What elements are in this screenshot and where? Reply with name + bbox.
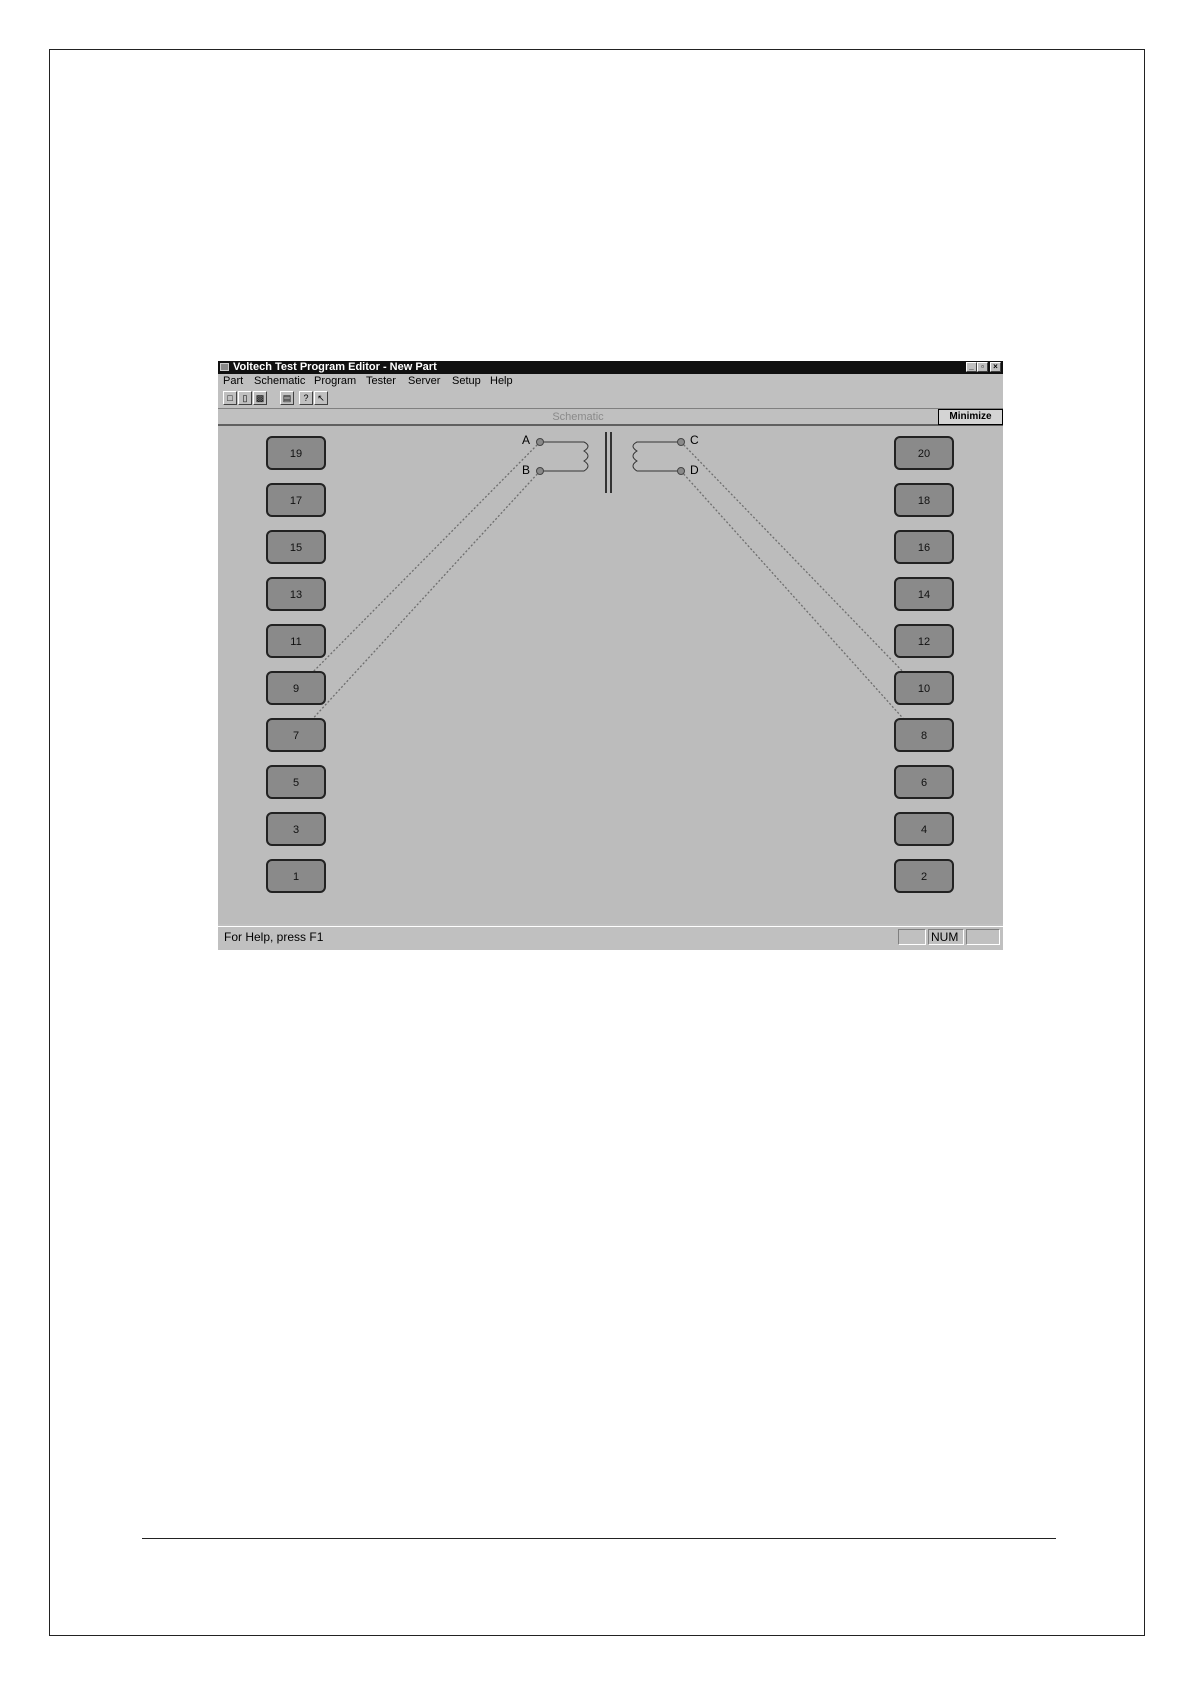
pin-label: 20 (918, 448, 930, 460)
context-help-icon[interactable]: ↖ (314, 391, 328, 405)
pin-label: 5 (293, 777, 299, 789)
status-pane-caps (898, 929, 926, 945)
pin-20[interactable]: 20 (894, 436, 954, 470)
pin-label: 12 (918, 636, 930, 648)
minimize-button[interactable]: Minimize (938, 409, 1003, 425)
pin-18[interactable]: 18 (894, 483, 954, 517)
menu-server[interactable]: Server (408, 375, 440, 387)
terminal-d-node[interactable] (677, 467, 685, 475)
wire-c-to-pin-10 (680, 441, 910, 679)
panel-title: Schematic (552, 411, 604, 423)
pin-label: 3 (293, 824, 299, 836)
pin-2[interactable]: 2 (894, 859, 954, 893)
new-icon[interactable]: □ (223, 391, 237, 405)
pin-16[interactable]: 16 (894, 530, 954, 564)
pin-label: 2 (921, 871, 927, 883)
terminal-a-node[interactable] (536, 438, 544, 446)
menu-help[interactable]: Help (490, 375, 513, 387)
app-icon (220, 363, 229, 371)
pin-label: 15 (290, 542, 302, 554)
status-num-indicator: NUM (928, 929, 964, 945)
pin-8[interactable]: 8 (894, 718, 954, 752)
close-window-button[interactable]: × (990, 362, 1001, 372)
terminal-c-label: C (690, 433, 699, 447)
save-icon[interactable]: ▩ (253, 391, 267, 405)
pin-label: 10 (918, 683, 930, 695)
window-title: Voltech Test Program Editor - New Part (233, 361, 437, 373)
toolbar: □ ▯ ▩ ▤ ? ↖ (218, 389, 1003, 407)
menu-setup[interactable]: Setup (452, 375, 481, 387)
pin-label: 7 (293, 730, 299, 742)
pin-label: 13 (290, 589, 302, 601)
terminal-b-node[interactable] (536, 467, 544, 475)
pin-10[interactable]: 10 (894, 671, 954, 705)
schematic-canvas: A B C D 19 17 15 13 11 9 7 5 3 1 20 18 16 14 12 10 8 6 4 2 (218, 426, 1003, 924)
pin-12[interactable]: 12 (894, 624, 954, 658)
pin-7[interactable]: 7 (266, 718, 326, 752)
pin-3[interactable]: 3 (266, 812, 326, 846)
app-window: Voltech Test Program Editor - New Part _… (218, 361, 1003, 950)
pin-6[interactable]: 6 (894, 765, 954, 799)
schematic-diagram: A B C D 19 17 15 13 11 9 7 5 3 1 20 18 16 14 12 10 8 6 4 2 (266, 432, 954, 893)
pin-label: 1 (293, 871, 299, 883)
maximize-window-button[interactable]: ▫ (977, 362, 988, 372)
menu-part[interactable]: Part (223, 375, 243, 387)
title-bar: Voltech Test Program Editor - New Part _… (218, 361, 1003, 374)
terminal-a-label: A (522, 433, 530, 447)
pin-label: 6 (921, 777, 927, 789)
terminal-c-node[interactable] (677, 438, 685, 446)
wire-b-to-pin-7 (306, 470, 541, 726)
pin-label: 11 (290, 636, 301, 648)
pin-19[interactable]: 19 (266, 436, 326, 470)
pin-label: 17 (290, 495, 302, 507)
menu-program[interactable]: Program (314, 375, 356, 387)
help-icon[interactable]: ? (299, 391, 313, 405)
pin-label: 16 (918, 542, 930, 554)
pin-label: 9 (293, 683, 299, 695)
status-pane-scroll (966, 929, 1000, 945)
pin-label: 14 (918, 589, 930, 601)
pin-17[interactable]: 17 (266, 483, 326, 517)
print-icon[interactable]: ▤ (280, 391, 294, 405)
footer-rule (142, 1538, 1056, 1539)
status-help-text: For Help, press F1 (224, 930, 324, 944)
panel-header: Schematic Minimize (218, 408, 1003, 426)
pin-4[interactable]: 4 (894, 812, 954, 846)
pin-15[interactable]: 15 (266, 530, 326, 564)
pin-14[interactable]: 14 (894, 577, 954, 611)
transformer-symbol: A B C D (522, 432, 699, 493)
status-bar: For Help, press F1 NUM (218, 926, 1003, 950)
pin-11[interactable]: 11 (266, 624, 326, 658)
menu-schematic[interactable]: Schematic (254, 375, 305, 387)
pin-13[interactable]: 13 (266, 577, 326, 611)
terminal-d-label: D (690, 463, 699, 477)
pin-label: 4 (921, 824, 927, 836)
minimize-window-button[interactable]: _ (966, 362, 977, 372)
open-icon[interactable]: ▯ (238, 391, 252, 405)
pin-label: 8 (921, 730, 927, 742)
pin-label: 19 (290, 448, 302, 460)
pin-9[interactable]: 9 (266, 671, 326, 705)
wire-d-to-pin-8 (680, 470, 910, 726)
terminal-b-label: B (522, 463, 530, 477)
wire-a-to-pin-9 (306, 441, 541, 679)
pin-5[interactable]: 5 (266, 765, 326, 799)
pin-1[interactable]: 1 (266, 859, 326, 893)
pin-label: 18 (918, 495, 930, 507)
menu-tester[interactable]: Tester (366, 375, 396, 387)
menu-bar: Part Schematic Program Tester Server Set… (218, 374, 1003, 389)
